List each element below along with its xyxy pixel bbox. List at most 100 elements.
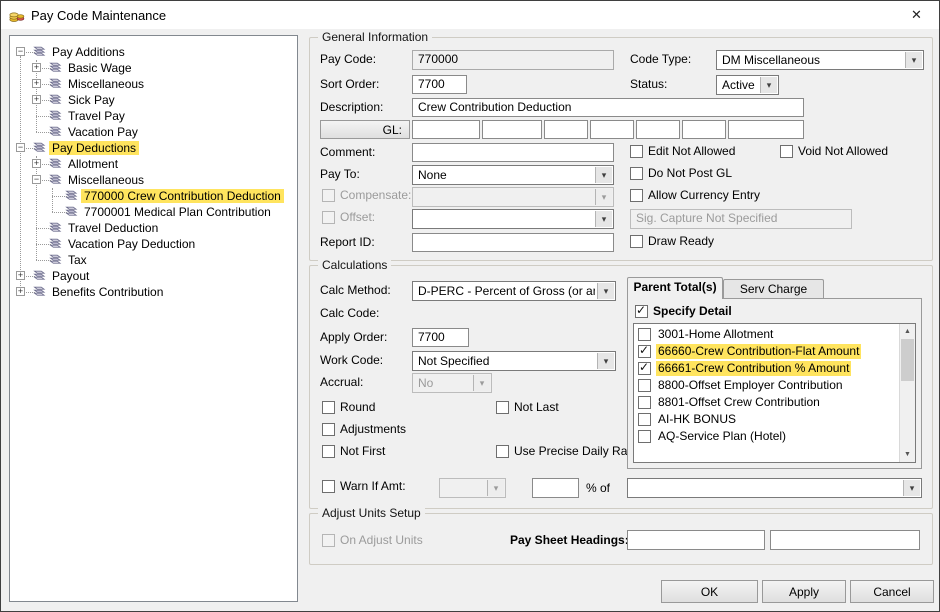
pay-sheet-heading-field-2[interactable] xyxy=(770,530,920,550)
expand-icon[interactable]: + xyxy=(32,95,41,104)
chevron-down-icon[interactable]: ▾ xyxy=(597,283,614,299)
gl-segment-field[interactable] xyxy=(412,120,480,139)
close-button[interactable]: ✕ xyxy=(894,1,939,29)
tab-parent-totals[interactable]: Parent Total(s) xyxy=(627,277,723,299)
tree-item-770000-crew-contribution-deduction[interactable]: 770000 Crew Contribution Deduction xyxy=(10,188,297,204)
parent-total-checkbox[interactable] xyxy=(638,328,651,341)
apply-order-field[interactable]: 7700 xyxy=(412,328,469,347)
parent-totals-list[interactable]: ▲ ▼ 3001-Home Allotment 66660-Crew Contri… xyxy=(633,323,916,463)
collapse-icon[interactable]: − xyxy=(32,175,41,184)
offset-dropdown[interactable]: ▾ xyxy=(412,209,614,229)
parent-total-item-66660-crew-contribution-flat-amount[interactable]: 66660-Crew Contribution-Flat Amount xyxy=(634,343,899,360)
tree-item-pay-deductions[interactable]: − Pay Deductions xyxy=(10,140,297,156)
collapse-icon[interactable]: − xyxy=(16,47,25,56)
warn-target-dropdown[interactable]: ▾ xyxy=(627,478,922,498)
use-precise-daily-rate-checkbox[interactable] xyxy=(496,445,509,458)
expand-icon[interactable]: + xyxy=(32,79,41,88)
tree-item-travel-pay[interactable]: Travel Pay xyxy=(10,108,297,124)
pay-to-dropdown[interactable]: None ▾ xyxy=(412,165,614,185)
comment-field[interactable] xyxy=(412,143,614,162)
tree-item-tax[interactable]: Tax xyxy=(10,252,297,268)
work-code-dropdown[interactable]: Not Specified ▾ xyxy=(412,351,616,371)
pay-code-node-icon xyxy=(48,62,62,74)
description-field[interactable]: Crew Contribution Deduction xyxy=(412,98,804,117)
tree-item-travel-deduction[interactable]: Travel Deduction xyxy=(10,220,297,236)
scrollbar-thumb[interactable] xyxy=(901,339,914,381)
gl-button[interactable]: GL: xyxy=(320,120,410,139)
expand-icon[interactable]: + xyxy=(16,287,25,296)
tree-item-benefits-contribution[interactable]: + Benefits Contribution xyxy=(10,284,297,300)
sig-capture-field: Sig. Capture Not Specified xyxy=(630,209,852,229)
tree-item-sick-pay[interactable]: + Sick Pay xyxy=(10,92,297,108)
parent-total-item-66661-crew-contribution-amount[interactable]: 66661-Crew Contribution % Amount xyxy=(634,360,899,377)
do-not-post-gl-checkbox[interactable] xyxy=(630,167,643,180)
parent-total-checkbox[interactable] xyxy=(638,430,651,443)
calc-method-value: D-PERC - Percent of Gross (or anoth xyxy=(418,284,595,298)
ok-button[interactable]: OK xyxy=(661,580,758,603)
tree-item-miscellaneous[interactable]: + Miscellaneous xyxy=(10,76,297,92)
tree-item-vacation-pay[interactable]: Vacation Pay xyxy=(10,124,297,140)
pay-sheet-heading-field-1[interactable] xyxy=(627,530,765,550)
chevron-down-icon[interactable]: ▾ xyxy=(903,480,920,496)
gl-segment-field[interactable] xyxy=(590,120,634,139)
scroll-up-icon[interactable]: ▲ xyxy=(900,324,915,339)
parent-total-checkbox[interactable] xyxy=(638,360,651,375)
parent-total-item-8801-offset-crew-contribution[interactable]: 8801-Offset Crew Contribution xyxy=(634,394,899,411)
parent-total-checkbox[interactable] xyxy=(638,413,651,426)
scrollbar[interactable]: ▲ ▼ xyxy=(899,324,915,462)
calc-method-dropdown[interactable]: D-PERC - Percent of Gross (or anoth▾ xyxy=(412,281,616,301)
gl-segment-field[interactable] xyxy=(636,120,680,139)
chevron-down-icon[interactable]: ▾ xyxy=(595,211,612,227)
warn-if-amt-checkbox[interactable] xyxy=(322,480,335,493)
chevron-down-icon[interactable]: ▾ xyxy=(905,52,922,68)
adjustments-checkbox[interactable] xyxy=(322,423,335,436)
tree-item-allotment[interactable]: + Allotment xyxy=(10,156,297,172)
gl-segment-field[interactable] xyxy=(682,120,726,139)
report-id-field[interactable] xyxy=(412,233,614,252)
draw-ready-checkbox[interactable] xyxy=(630,235,643,248)
chevron-down-icon[interactable]: ▾ xyxy=(760,77,777,93)
expand-icon[interactable]: + xyxy=(32,63,41,72)
chevron-down-icon[interactable]: ▾ xyxy=(595,167,612,183)
gl-segment-field[interactable] xyxy=(482,120,542,139)
chevron-down-icon[interactable]: ▾ xyxy=(597,353,614,369)
not-last-checkbox[interactable] xyxy=(496,401,509,414)
parent-total-item-8800-offset-employer-contribution[interactable]: 8800-Offset Employer Contribution xyxy=(634,377,899,394)
parent-total-item-aq-service-plan-hotel[interactable]: AQ-Service Plan (Hotel) xyxy=(634,428,899,445)
apply-button[interactable]: Apply xyxy=(762,580,846,603)
parent-total-label: 66660-Crew Contribution-Flat Amount xyxy=(656,344,862,359)
edit-not-allowed-checkbox[interactable] xyxy=(630,145,643,158)
tree-item-basic-wage[interactable]: + Basic Wage xyxy=(10,60,297,76)
specify-detail-checkbox[interactable] xyxy=(635,303,648,318)
sort-order-field[interactable]: 7700 xyxy=(412,75,467,94)
gl-segment-field[interactable] xyxy=(544,120,588,139)
gl-segment-field[interactable] xyxy=(728,120,804,139)
not-first-checkbox[interactable] xyxy=(322,445,335,458)
expand-icon[interactable]: + xyxy=(16,271,25,280)
pay-code-tree[interactable]: − Pay Additions + Basic Wage + Miscellaneous +… xyxy=(9,35,298,602)
parent-total-item-ai-hk-bonus[interactable]: AI-HK BONUS xyxy=(634,411,899,428)
tree-item-pay-additions[interactable]: − Pay Additions xyxy=(10,44,297,60)
tree-item-7700001-medical-plan-contribution[interactable]: 7700001 Medical Plan Contribution xyxy=(10,204,297,220)
parent-total-checkbox[interactable] xyxy=(638,379,651,392)
collapse-icon[interactable]: − xyxy=(16,143,25,152)
tree-item-vacation-pay-deduction[interactable]: Vacation Pay Deduction xyxy=(10,236,297,252)
parent-total-checkbox[interactable] xyxy=(638,396,651,409)
parent-total-label: 66661-Crew Contribution % Amount xyxy=(656,361,852,376)
round-checkbox[interactable] xyxy=(322,401,335,414)
close-icon: ✕ xyxy=(911,7,922,22)
adjustments-label: Adjustments xyxy=(340,422,407,436)
tab-serv-charge-pools[interactable]: Serv Charge Pools xyxy=(723,279,824,310)
tree-item-payout[interactable]: + Payout xyxy=(10,268,297,284)
parent-total-item-3001-home-allotment[interactable]: 3001-Home Allotment xyxy=(634,326,899,343)
warn-amount-field[interactable] xyxy=(532,478,579,498)
code-type-dropdown[interactable]: DM Miscellaneous ▾ xyxy=(716,50,924,70)
parent-total-checkbox[interactable] xyxy=(638,343,651,358)
cancel-button[interactable]: Cancel xyxy=(850,580,934,603)
tree-item-miscellaneous[interactable]: − Miscellaneous xyxy=(10,172,297,188)
allow-currency-entry-checkbox[interactable] xyxy=(630,189,643,202)
expand-icon[interactable]: + xyxy=(32,159,41,168)
void-not-allowed-checkbox[interactable] xyxy=(780,145,793,158)
scroll-down-icon[interactable]: ▼ xyxy=(900,447,915,462)
status-dropdown[interactable]: Active ▾ xyxy=(716,75,779,95)
